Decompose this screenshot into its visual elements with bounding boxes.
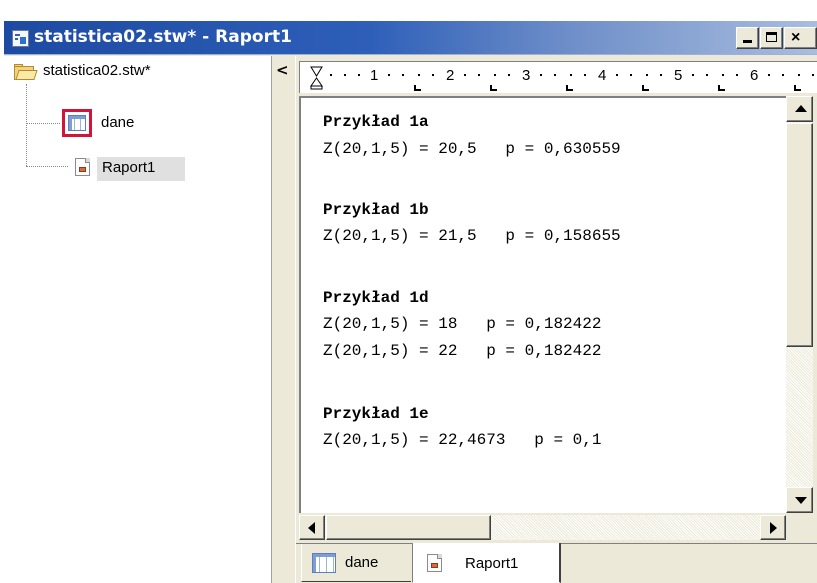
arrow-right-icon [770, 522, 777, 534]
report-line: Z(20,1,5) = 22 p = 0,182422 [323, 342, 602, 360]
title-separator: - [196, 27, 216, 47]
arrow-left-icon [308, 522, 315, 534]
maximize-button[interactable] [760, 27, 783, 49]
arrow-down-icon [795, 497, 807, 504]
ruler-number: 3 [522, 67, 531, 84]
ruler[interactable]: 1 2 3 4 5 6 [299, 61, 817, 93]
arrow-up-icon [795, 105, 807, 112]
tab-stop-icon[interactable] [794, 85, 801, 91]
tab-stop-icon[interactable] [414, 85, 421, 91]
report-heading: Przykład 1a [323, 113, 429, 131]
report-page[interactable]: Przykład 1a Z(20,1,5) = 20,5 p = 0,63055… [299, 96, 786, 513]
workbook-app-icon[interactable] [12, 30, 29, 47]
tree-item-raport1[interactable]: Raport1 [102, 159, 155, 176]
scroll-left-button[interactable] [299, 515, 325, 540]
tree-connector [26, 166, 68, 167]
workbook-tree: statistica02.stw* dane Raport1 [4, 56, 272, 583]
report-line: Z(20,1,5) = 21,5 p = 0,158655 [323, 227, 621, 245]
spreadsheet-icon [312, 553, 336, 573]
report-line: Z(20,1,5) = 20,5 p = 0,630559 [323, 140, 621, 158]
report-heading: Przykład 1d [323, 289, 429, 307]
ruler-number: 6 [750, 67, 759, 84]
tab-label: dane [345, 554, 379, 571]
scroll-down-button[interactable] [786, 487, 813, 513]
minimize-button[interactable] [736, 27, 759, 49]
spreadsheet-icon[interactable] [62, 109, 92, 137]
report-line: Z(20,1,5) = 18 p = 0,182422 [323, 315, 602, 333]
report-icon[interactable] [75, 158, 90, 176]
tab-stop-icon[interactable] [642, 85, 649, 91]
maximize-icon [766, 32, 777, 42]
vertical-scrollbar[interactable] [786, 96, 813, 513]
scroll-right-button[interactable] [760, 515, 786, 540]
report-icon [427, 554, 442, 572]
tab-stop-icon[interactable] [718, 85, 725, 91]
tab-stop-icon[interactable] [490, 85, 497, 91]
vertical-scroll-thumb[interactable] [786, 123, 813, 347]
ruler-number: 4 [598, 67, 607, 84]
tab-dane[interactable]: dane [301, 544, 411, 582]
report-document-area: 1 2 3 4 5 6 Przykład 1a Z(20,1,5) = 20,5… [296, 56, 817, 583]
close-button[interactable]: × [784, 27, 817, 49]
tree-item-dane[interactable]: dane [101, 114, 134, 131]
tab-stop-icon[interactable] [566, 85, 573, 91]
tab-raport1[interactable]: Raport1 [412, 543, 561, 583]
title-file: statistica02.stw* [34, 27, 197, 47]
title-bar[interactable]: statistica02.stw* - Raport1 × [4, 21, 817, 55]
minimize-icon [743, 40, 752, 43]
ruler-number: 2 [446, 67, 455, 84]
statistica-window: statistica02.stw* - Raport1 × statistica… [4, 21, 817, 583]
close-icon: × [791, 29, 801, 46]
title-document: Raport1 [215, 27, 292, 47]
document-tabbar: dane Raport1 [296, 543, 817, 583]
ruler-number: 1 [370, 67, 379, 84]
indent-marker-icon[interactable] [310, 66, 323, 90]
scroll-up-button[interactable] [786, 96, 813, 122]
horizontal-scroll-thumb[interactable] [326, 515, 491, 540]
folder-open-icon[interactable] [14, 64, 38, 81]
pane-splitter[interactable]: < [273, 56, 296, 583]
ruler-number: 5 [674, 67, 683, 84]
horizontal-scrollbar[interactable] [299, 515, 786, 540]
report-line: Z(20,1,5) = 22,4673 p = 0,1 [323, 431, 602, 449]
collapse-pane-icon[interactable]: < [276, 61, 289, 79]
tree-connector [26, 123, 60, 124]
window-title: statistica02.stw* - Raport1 [34, 27, 292, 47]
report-heading: Przykład 1e [323, 405, 429, 423]
report-heading: Przykład 1b [323, 201, 429, 219]
tree-connector [26, 84, 27, 166]
tree-root-label[interactable]: statistica02.stw* [43, 62, 151, 79]
tab-label: Raport1 [465, 555, 519, 572]
